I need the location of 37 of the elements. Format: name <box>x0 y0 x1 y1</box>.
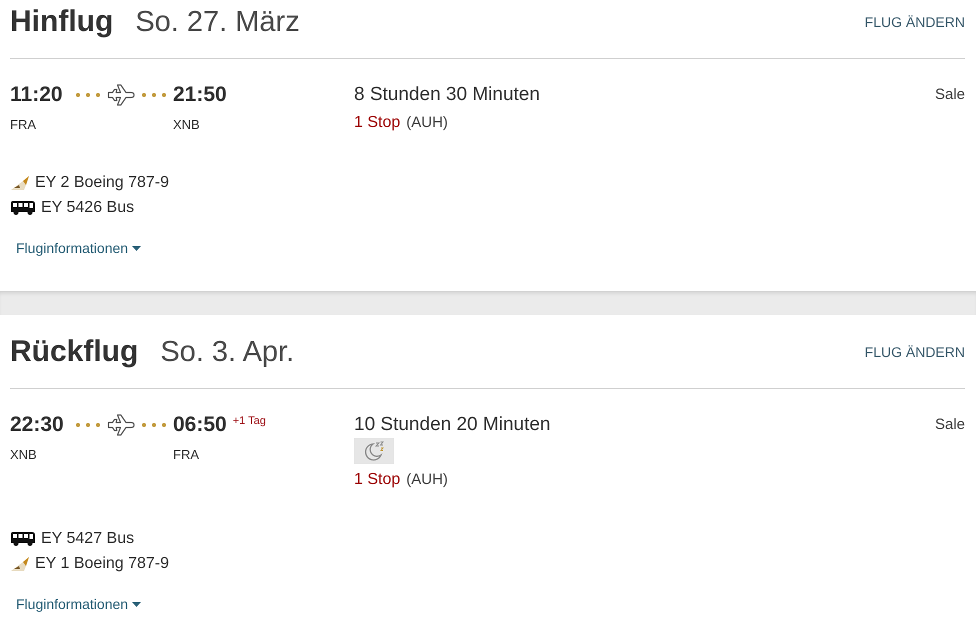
airplane-icon <box>106 84 134 106</box>
airplane-icon <box>106 414 134 436</box>
change-flight-link[interactable]: FLUG ÄNDERN <box>864 342 965 362</box>
flight-info-link[interactable]: Fluginformationen <box>16 594 142 614</box>
leg-title: Hinflug <box>10 4 114 40</box>
bus-icon <box>10 530 36 546</box>
segment-label: EY 1 Boeing 787-9 <box>35 554 170 574</box>
stops-count: 1 Stop <box>354 113 400 133</box>
arrival-airport: FRA <box>173 446 199 464</box>
duration-text: 10 Stunden 20 Minuten <box>354 413 550 437</box>
day-offset-label: +1 Tag <box>232 414 266 428</box>
arrival-airport: XNB <box>173 116 200 134</box>
arrival-time: 06:50 <box>173 413 227 437</box>
change-flight-link[interactable]: FLUG ÄNDERN <box>864 12 965 32</box>
airline-tail-icon <box>10 174 30 190</box>
stop-airport: (AUH) <box>406 113 448 133</box>
bus-icon <box>10 200 36 216</box>
segment-label: EY 5427 Bus <box>41 528 134 548</box>
departure-airport: FRA <box>10 116 36 134</box>
fare-label: Sale <box>934 85 965 105</box>
leg-date: So. 27. März <box>135 5 300 40</box>
departure-airport: XNB <box>10 446 37 464</box>
caret-icon <box>132 602 142 606</box>
flight-info-link[interactable]: Fluginformationen <box>16 238 142 258</box>
segment-label: EY 5426 Bus <box>41 198 134 218</box>
leg-title: Rückflug <box>10 334 138 370</box>
stop-airport: (AUH) <box>406 470 448 490</box>
arrival-time: 21:50 <box>173 83 227 107</box>
duration-text: 8 Stunden 30 Minuten <box>354 83 540 107</box>
stops-count: 1 Stop <box>354 470 400 490</box>
departure-time: 22:30 <box>10 413 64 437</box>
airline-tail-icon <box>10 556 30 572</box>
segment-label: EY 2 Boeing 787-9 <box>35 172 170 192</box>
leg-date: So. 3. Apr. <box>160 335 294 370</box>
departure-time: 11:20 <box>10 83 63 107</box>
caret-icon <box>132 246 142 250</box>
fare-label: Sale <box>934 415 965 435</box>
